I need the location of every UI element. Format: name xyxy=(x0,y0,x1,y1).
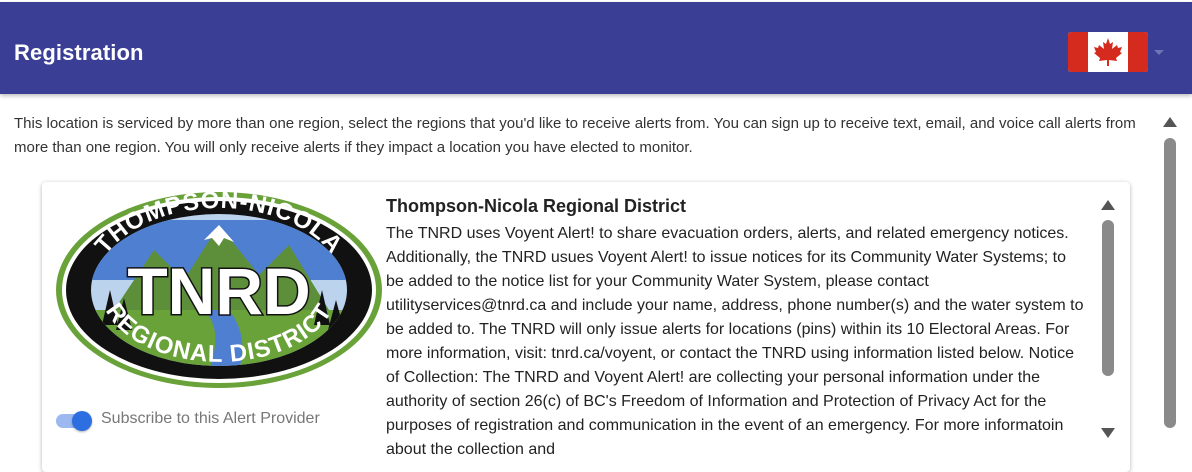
country-selector-button[interactable] xyxy=(1068,32,1168,74)
provider-name: Thompson-Nicola Regional District xyxy=(386,196,687,216)
subscribe-toggle[interactable] xyxy=(56,410,92,431)
page-title: Registration xyxy=(14,40,144,65)
provider-description: The TNRD uses Voyent Alert! to share eva… xyxy=(386,225,1084,458)
maple-leaf-icon xyxy=(1094,38,1122,66)
provider-card: THOMPSON-NICOLA REGIONAL DISTRICT TNRD S… xyxy=(42,182,1130,472)
page-scrollbar-thumb[interactable] xyxy=(1164,138,1176,428)
app-header: Registration xyxy=(0,2,1192,94)
card-scroll-down-arrow[interactable] xyxy=(1101,428,1115,438)
logo-center-text: TNRD xyxy=(127,254,310,328)
intro-text: This location is serviced by more than o… xyxy=(14,115,1136,156)
tnrd-logo: THOMPSON-NICOLA REGIONAL DISTRICT TNRD xyxy=(56,190,382,388)
canada-flag-icon xyxy=(1068,32,1148,72)
card-scrollbar-thumb[interactable] xyxy=(1102,220,1114,376)
page-scroll-up-arrow[interactable] xyxy=(1163,117,1177,127)
card-scroll-up-arrow[interactable] xyxy=(1101,200,1115,210)
subscribe-label: Subscribe to this Alert Provider xyxy=(101,410,320,427)
chevron-down-icon xyxy=(1154,50,1164,55)
